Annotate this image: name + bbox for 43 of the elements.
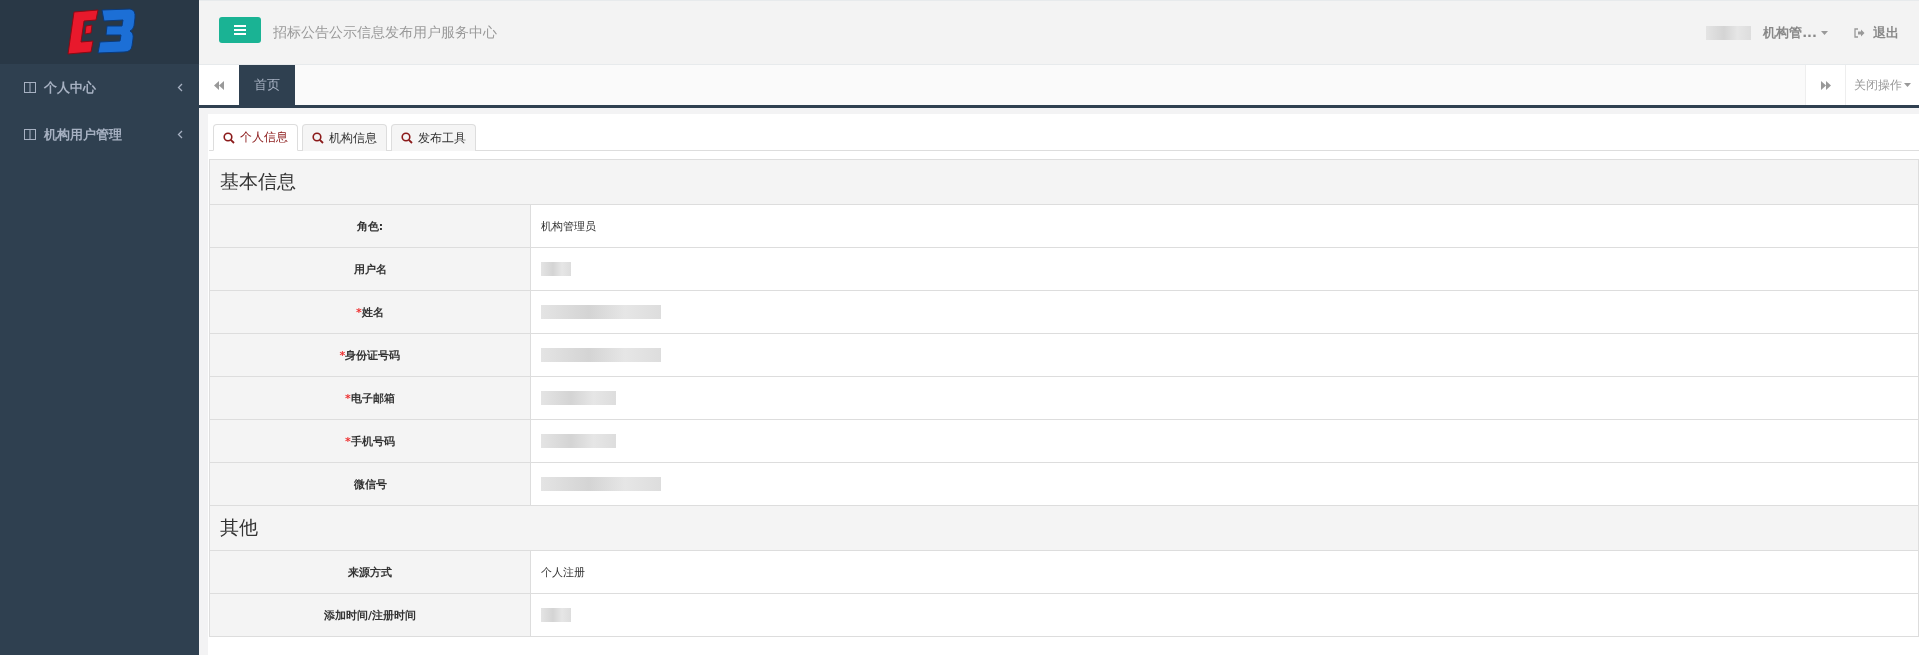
- field-label: 来源方式: [348, 564, 392, 580]
- field-label: 身份证号码: [345, 347, 401, 363]
- chevron-icon: [177, 83, 183, 92]
- scroll-right-button[interactable]: [1805, 65, 1845, 105]
- header-title: 招标公告公示信息发布用户服务中心: [273, 23, 498, 42]
- content-tab[interactable]: 发布工具: [391, 124, 476, 151]
- backward-icon: [214, 80, 224, 90]
- field-label: 姓名: [361, 304, 384, 320]
- forward-icon: [1820, 80, 1831, 90]
- sidebar-item[interactable]: 机构用户管理: [0, 111, 199, 158]
- field-label: 微信号: [353, 476, 387, 492]
- section-title: 其他: [220, 515, 258, 540]
- field-value: 个人注册: [541, 564, 585, 580]
- field-label: 添加时间/注册时间: [324, 607, 416, 623]
- menu-button[interactable]: [219, 16, 261, 43]
- scroll-left-button[interactable]: [199, 65, 239, 105]
- required-mark: *: [339, 348, 346, 362]
- search-icon: [312, 132, 324, 144]
- search-icon: [223, 131, 235, 144]
- field-label: 用户名: [353, 261, 387, 277]
- close-actions-menu[interactable]: 关闭操作: [1845, 65, 1919, 105]
- sign-out-icon: [1854, 27, 1865, 38]
- field-value: 机构管理员: [541, 218, 596, 234]
- chevron-icon: [177, 130, 183, 139]
- required-mark: *: [345, 391, 351, 405]
- required-mark: *: [345, 434, 351, 448]
- columns-icon: [24, 129, 36, 140]
- field-label: 角色:: [356, 218, 384, 234]
- menu-icon: [234, 24, 246, 35]
- columns-icon: [24, 82, 36, 93]
- caret-icon: [1821, 30, 1828, 35]
- content-tab[interactable]: 个人信息: [213, 124, 298, 151]
- required-mark: *: [356, 305, 362, 319]
- field-label: 电子邮箱: [350, 390, 395, 406]
- logout-button[interactable]: 退出: [1840, 23, 1899, 42]
- content-tab[interactable]: 机构信息: [302, 124, 387, 151]
- section-title: 基本信息: [220, 169, 296, 194]
- page-tab[interactable]: 首页: [239, 65, 295, 105]
- search-icon: [401, 132, 413, 144]
- caret-icon: [1904, 83, 1911, 87]
- sidebar-item[interactable]: 个人中心: [0, 64, 199, 111]
- field-label: 手机号码: [350, 433, 395, 449]
- user-menu[interactable]: 机构管...: [1763, 23, 1828, 42]
